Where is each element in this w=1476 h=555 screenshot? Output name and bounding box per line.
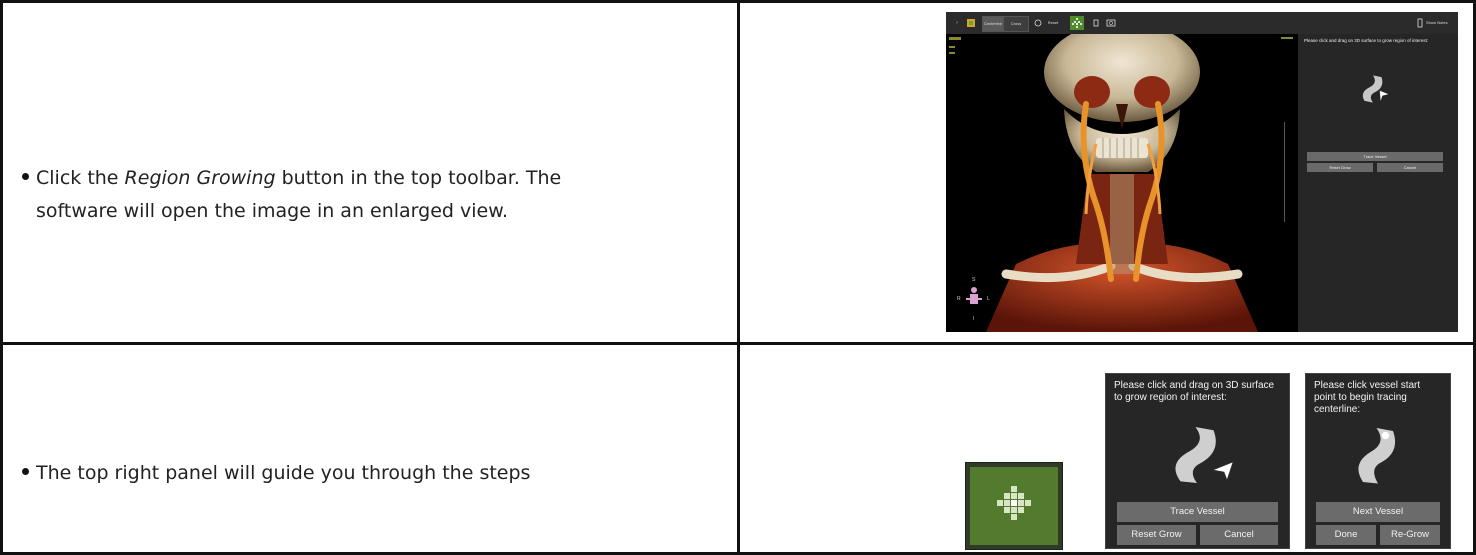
region-growing-icon <box>997 486 1031 520</box>
bullet-icon <box>22 173 29 180</box>
reset-icon <box>1034 16 1042 30</box>
panel-instruction: Please click and drag on 3D surface to g… <box>1304 38 1429 43</box>
orientation-left: L <box>987 296 990 302</box>
step-2-text: The top right panel will guide you throu… <box>22 457 530 490</box>
app-toolbar: ? Centerline Cross Section Reset Views S… <box>946 12 1458 40</box>
region-growing-icon <box>1072 18 1082 28</box>
app-screenshot: ? Centerline Cross Section Reset Views S… <box>946 12 1458 332</box>
table-border-left <box>0 0 3 555</box>
trace-panel-instruction: Please click vessel start point to begin… <box>1314 380 1421 415</box>
notes-icon <box>1416 16 1424 30</box>
start-point-marker <box>1381 431 1390 440</box>
trace-vessel-button[interactable]: Trace Vessel <box>1117 502 1278 522</box>
re-grow-button[interactable]: Re-Grow <box>1380 525 1440 545</box>
guide-side-panel: Please click and drag on 3D surface to g… <box>1298 34 1458 332</box>
trace-centerline-panel: Please click vessel start point to begin… <box>1305 373 1451 549</box>
viewport-scrollbar[interactable] <box>1284 122 1288 222</box>
ct-rendering-image <box>966 34 1258 332</box>
trace-vessel-button[interactable]: Trace Vessel <box>1307 152 1443 161</box>
step-1-text: Click the Region Growing button in the t… <box>22 162 561 228</box>
tab-centerline[interactable]: Centerline <box>982 16 1004 32</box>
help-icon[interactable]: ? <box>952 16 962 30</box>
app-logo-icon <box>966 16 976 30</box>
vessel-icon <box>1362 75 1389 103</box>
step-1-text-start: Click the <box>36 167 125 189</box>
cancel-button[interactable]: Cancel <box>1377 163 1443 172</box>
cursor-arrow-icon <box>1212 461 1234 481</box>
step-1-text-line2: software will open the image in an enlar… <box>36 200 509 222</box>
3d-viewport[interactable]: S R L I <box>946 34 1298 332</box>
region-growing-term: Region Growing <box>124 167 276 189</box>
grow-region-panel: Please click and drag on 3D surface to g… <box>1105 373 1290 549</box>
vessel-icon <box>1358 428 1396 484</box>
reset-grow-button[interactable]: Reset Grow <box>1307 163 1373 172</box>
step-1-text-end: button in the top toolbar. The <box>275 167 562 189</box>
orientation-inferior: I <box>973 316 975 322</box>
next-vessel-button[interactable]: Next Vessel <box>1316 502 1440 522</box>
table-column-divider <box>737 0 740 555</box>
orientation-superior: S <box>972 277 976 283</box>
step-2-text-content: The top right panel will guide you throu… <box>36 462 531 484</box>
clipboard-icon[interactable] <box>1092 16 1100 30</box>
tab-cross-section[interactable]: Cross Section <box>1003 16 1029 40</box>
camera-icon[interactable] <box>1106 16 1116 30</box>
orientation-right: R <box>957 296 961 302</box>
show-notes-button[interactable]: Show Notes <box>1426 16 1454 30</box>
cursor-arrow-icon <box>1379 90 1389 101</box>
region-growing-button[interactable] <box>1070 16 1084 30</box>
cancel-button[interactable]: Cancel <box>1200 525 1278 545</box>
reset-grow-button[interactable]: Reset Grow <box>1117 525 1196 545</box>
region-growing-button-closeup[interactable] <box>965 462 1063 550</box>
done-button[interactable]: Done <box>1316 525 1376 545</box>
reset-views-button[interactable]: Reset Views <box>1042 16 1064 39</box>
bullet-icon <box>22 468 29 475</box>
grow-panel-instruction: Please click and drag on 3D surface to g… <box>1114 380 1275 403</box>
